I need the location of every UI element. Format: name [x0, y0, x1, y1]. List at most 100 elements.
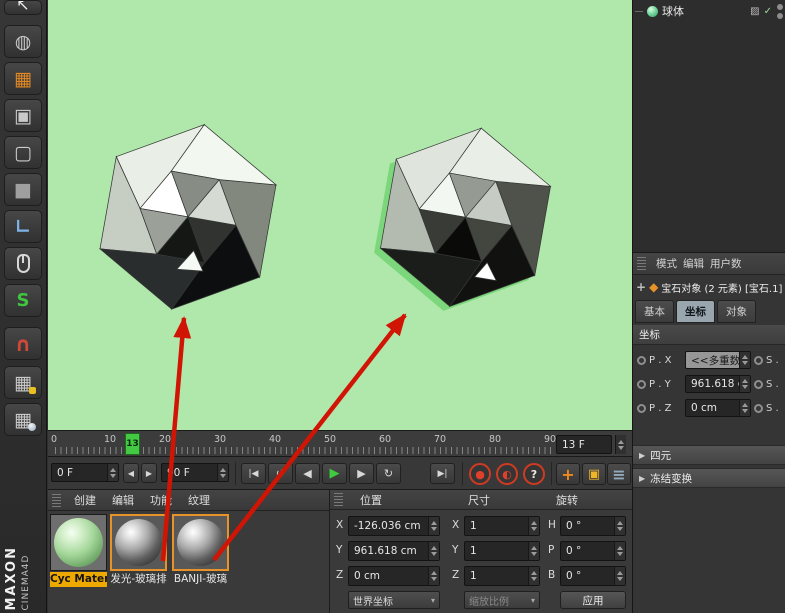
record-keyframe-button[interactable]: ● — [469, 463, 491, 485]
size-x-field[interactable]: 1 — [464, 516, 540, 536]
loop-mode-button[interactable]: ↻ — [376, 463, 401, 484]
menu-function[interactable]: 功能 — [143, 490, 179, 510]
grid-sphere-tool-icon[interactable]: ▦ — [4, 403, 42, 436]
size-x-stepper[interactable] — [528, 517, 539, 535]
apply-button[interactable]: 应用 — [560, 591, 626, 609]
coordinates-header: 位置 尺寸 旋转 — [330, 490, 632, 510]
array-grid-icon[interactable]: ▦ — [4, 62, 42, 95]
rot-b-stepper[interactable] — [614, 567, 625, 585]
gem-right[interactable] — [366, 116, 565, 315]
frame-stepper[interactable] — [615, 435, 626, 454]
section-quaternion[interactable]: ▶ 四元 — [633, 445, 785, 465]
object-manager[interactable]: 球体 ▨ ✓ — [633, 0, 785, 253]
pos-z-stepper[interactable] — [428, 567, 439, 585]
menu-texture[interactable]: 纹理 — [181, 490, 217, 510]
axis-mode-icon[interactable]: ∟ — [4, 210, 42, 243]
panel-menu-button[interactable]: ≡ — [607, 463, 631, 485]
pos-z-field[interactable]: 0 cm — [348, 566, 440, 586]
tab-basic[interactable]: 基本 — [635, 300, 674, 323]
timeline-ruler[interactable]: 0 10 20 30 40 50 60 70 80 90 13 13 F — [48, 430, 632, 457]
rot-h-stepper[interactable] — [614, 517, 625, 535]
size-y-stepper[interactable] — [528, 542, 539, 560]
tab-coordinates[interactable]: 坐标 — [676, 300, 715, 323]
polygons-mode-icon[interactable]: ■ — [4, 173, 42, 206]
texture-tag-icon[interactable]: ▨ — [750, 6, 759, 17]
tab-object[interactable]: 对象 — [717, 300, 756, 323]
gem-left[interactable] — [85, 112, 291, 318]
pos-y-field[interactable]: 961.618 cm — [348, 541, 440, 561]
menu-userdata[interactable]: 用户数 — [710, 256, 742, 271]
menu-mode[interactable]: 模式 — [656, 256, 677, 271]
enabled-check-icon[interactable]: ✓ — [764, 6, 772, 17]
help-button[interactable]: ? — [523, 463, 545, 485]
material-thumbnail-glass-1[interactable] — [110, 514, 167, 571]
range-start-stepper[interactable] — [107, 464, 118, 481]
render-settings-icon[interactable]: ◍ — [4, 25, 42, 58]
range-end-field[interactable]: 90 F — [161, 463, 229, 482]
material-label[interactable]: 发光-玻璃排 — [110, 572, 167, 587]
pz-stepper[interactable] — [739, 400, 750, 416]
edges-mode-icon[interactable]: ▢ — [4, 136, 42, 169]
pos-x-field[interactable]: -126.036 cm — [348, 516, 440, 536]
panel-grip[interactable] — [52, 493, 61, 507]
pz-field[interactable]: 0 cm — [685, 399, 751, 417]
mouse-tool-icon[interactable] — [4, 247, 42, 280]
py-field[interactable]: 961.618 c — [685, 375, 751, 393]
keyframe-ring-icon[interactable] — [637, 379, 646, 389]
menu-edit[interactable]: 编辑 — [683, 256, 704, 271]
prev-frame-button[interactable]: ◀ — [295, 463, 320, 484]
current-frame-field[interactable]: 13 F — [556, 435, 612, 454]
autokey-button[interactable]: ◐ — [496, 463, 518, 485]
play-loop-button[interactable]: ↺ — [268, 463, 293, 484]
cursor-tool-icon[interactable]: ↖ — [4, 0, 42, 15]
keyframe-ring-icon[interactable] — [754, 403, 763, 413]
material-label[interactable]: Cyc Materi — [50, 572, 107, 587]
menu-create[interactable]: 创建 — [67, 490, 103, 510]
material-label[interactable]: BANJI-玻璃 — [172, 572, 229, 587]
size-z-field[interactable]: 1 — [464, 566, 540, 586]
move-tool-button[interactable]: + — [556, 463, 580, 485]
magnet-tool-icon[interactable]: ∩ — [4, 327, 42, 360]
snap-tool-icon[interactable]: S — [4, 284, 42, 317]
object-row-sphere[interactable]: 球体 ▨ ✓ — [635, 2, 784, 20]
size-y-field[interactable]: 1 — [464, 541, 540, 561]
viewport[interactable] — [48, 0, 632, 430]
keyframe-ring-icon[interactable] — [754, 355, 763, 365]
playhead-marker[interactable]: 13 — [125, 433, 140, 455]
range-spin-right-button[interactable]: ▶ — [141, 463, 157, 483]
material-thumbnail-green[interactable] — [50, 514, 107, 571]
rot-h-field[interactable]: 0 ° — [560, 516, 626, 536]
pos-y-stepper[interactable] — [428, 542, 439, 560]
grid-lock-tool-icon[interactable]: ▦ — [4, 366, 42, 399]
visibility-dots[interactable] — [776, 3, 784, 19]
keyframe-ring-icon[interactable] — [637, 403, 646, 413]
transport-bar: 0 F ◀ ▶ 90 F |◀ ↺ ◀ ▶ ▶ ↻ ▶| ● ◐ ? + ▣ ≡ — [48, 457, 632, 490]
scale-mode-dropdown[interactable]: 缩放比例 ▾ — [464, 591, 540, 609]
px-stepper[interactable] — [739, 352, 750, 368]
points-mode-icon[interactable]: ▣ — [4, 99, 42, 132]
panel-grip[interactable] — [637, 257, 646, 270]
panel-grip[interactable] — [334, 493, 343, 506]
material-thumbnail-glass-2[interactable] — [172, 514, 229, 571]
rot-p-field[interactable]: 0 ° — [560, 541, 626, 561]
coord-space-dropdown[interactable]: 世界坐标 ▾ — [348, 591, 440, 609]
px-field[interactable]: <<多重数 — [685, 351, 751, 369]
pos-x-stepper[interactable] — [428, 517, 439, 535]
size-z-stepper[interactable] — [528, 567, 539, 585]
section-freeze-transform[interactable]: ▶ 冻结变换 — [633, 468, 785, 488]
range-start-field[interactable]: 0 F — [51, 463, 119, 482]
range-spin-left-button[interactable]: ◀ — [123, 463, 139, 483]
keyframe-ring-icon[interactable] — [637, 355, 646, 365]
key-box-button[interactable]: ▣ — [582, 463, 606, 485]
py-stepper[interactable] — [739, 376, 750, 392]
rot-p-stepper[interactable] — [614, 542, 625, 560]
object-label[interactable]: 球体 — [662, 3, 746, 19]
next-frame-button[interactable]: ▶ — [349, 463, 374, 484]
range-end-stepper[interactable] — [217, 464, 228, 481]
rot-b-field[interactable]: 0 ° — [560, 566, 626, 586]
menu-edit[interactable]: 编辑 — [105, 490, 141, 510]
goto-start-button[interactable]: |◀ — [241, 463, 266, 484]
keyframe-ring-icon[interactable] — [754, 379, 763, 389]
play-button[interactable]: ▶ — [322, 463, 347, 484]
goto-end-button[interactable]: ▶| — [430, 463, 455, 484]
